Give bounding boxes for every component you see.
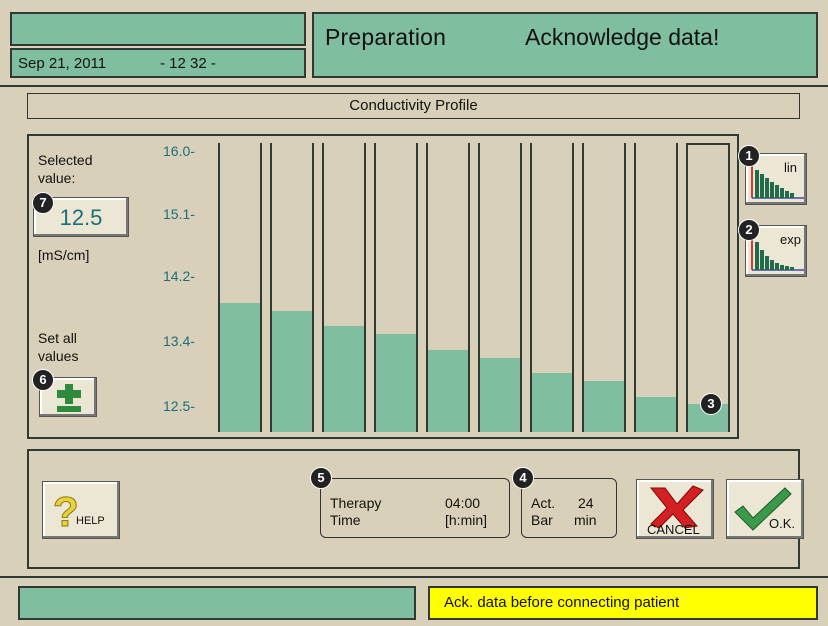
profile-bar[interactable] [582,143,626,432]
selected-value-label-2: value: [38,170,76,186]
profile-bar-fill [480,357,520,432]
ok-label: O.K. [769,516,795,531]
y-tick-13-4: 13.4- [163,333,195,349]
cancel-x-icon: CANCEL [647,485,704,537]
profile-bar-fill [428,349,468,432]
y-tick-12-5: 12.5- [163,398,195,414]
profile-bar-fill [376,334,416,432]
profile-bar[interactable] [686,143,730,432]
help-button[interactable]: ? HELP [42,481,120,539]
marker-4: 4 [512,467,534,489]
checkmark-icon: O.K. [734,487,795,531]
lin-label: lin [784,160,797,175]
marker-5: 5 [310,467,332,489]
cancel-button[interactable]: CANCEL [636,479,714,539]
exp-label: exp [780,232,801,247]
ok-button[interactable]: O.K. [726,479,804,539]
help-label: HELP [76,515,105,527]
cancel-label: CANCEL [647,522,700,537]
profile-bar-fill [220,303,260,432]
act-label: Act. [531,495,556,511]
svg-text:?: ? [53,488,79,535]
act-bar-value: 24 [578,495,594,511]
act-bar-unit: min [574,512,597,528]
footer-divider [0,576,828,578]
bar-label: Bar [531,512,553,528]
profile-bar[interactable] [426,143,470,432]
profile-title: Conductivity Profile [27,93,800,119]
marker-2: 2 [738,219,760,241]
profile-bar[interactable] [374,143,418,432]
mode-title: Preparation [325,24,447,50]
y-tick-16-0: 16.0- [163,143,195,159]
profile-bar[interactable] [322,143,366,432]
profile-bar-fill [584,381,624,432]
marker-3: 3 [700,393,722,415]
profile-bar[interactable] [270,143,314,432]
time-label: Time [330,512,361,528]
profile-bar-fill [324,326,364,432]
time-display: - 12 32 - [160,55,216,72]
status-message: Ack. data before connecting patient [428,586,818,620]
date-display: Sep 21, 2011 [18,55,107,72]
therapy-time-unit: [h:min] [445,512,488,528]
marker-7: 7 [32,192,54,214]
header-message: Acknowledge data! [525,24,720,50]
profile-bar[interactable] [634,143,678,432]
marker-6: 6 [32,369,54,391]
profile-bar-fill [272,310,312,432]
marker-1: 1 [738,145,760,167]
y-tick-14-2: 14.2- [163,268,195,284]
profile-bar[interactable] [530,143,574,432]
y-tick-15-1: 15.1- [163,206,195,222]
profile-bar[interactable] [478,143,522,432]
selected-value-label-1: Selected [38,152,93,168]
therapy-label: Therapy [330,495,382,511]
set-all-label-1: Set all [38,330,77,346]
status-left-panel [18,586,416,620]
help-icon: ? HELP [53,488,105,536]
profile-bar-fill [636,396,676,432]
profile-bar-fill [532,373,572,432]
header-left-top-panel [10,12,306,46]
therapy-time-value: 04:00 [445,495,481,511]
set-all-label-2: values [38,348,79,364]
profile-bar[interactable] [218,143,262,432]
header-divider [0,85,828,87]
unit-label: [mS/cm] [38,247,90,263]
